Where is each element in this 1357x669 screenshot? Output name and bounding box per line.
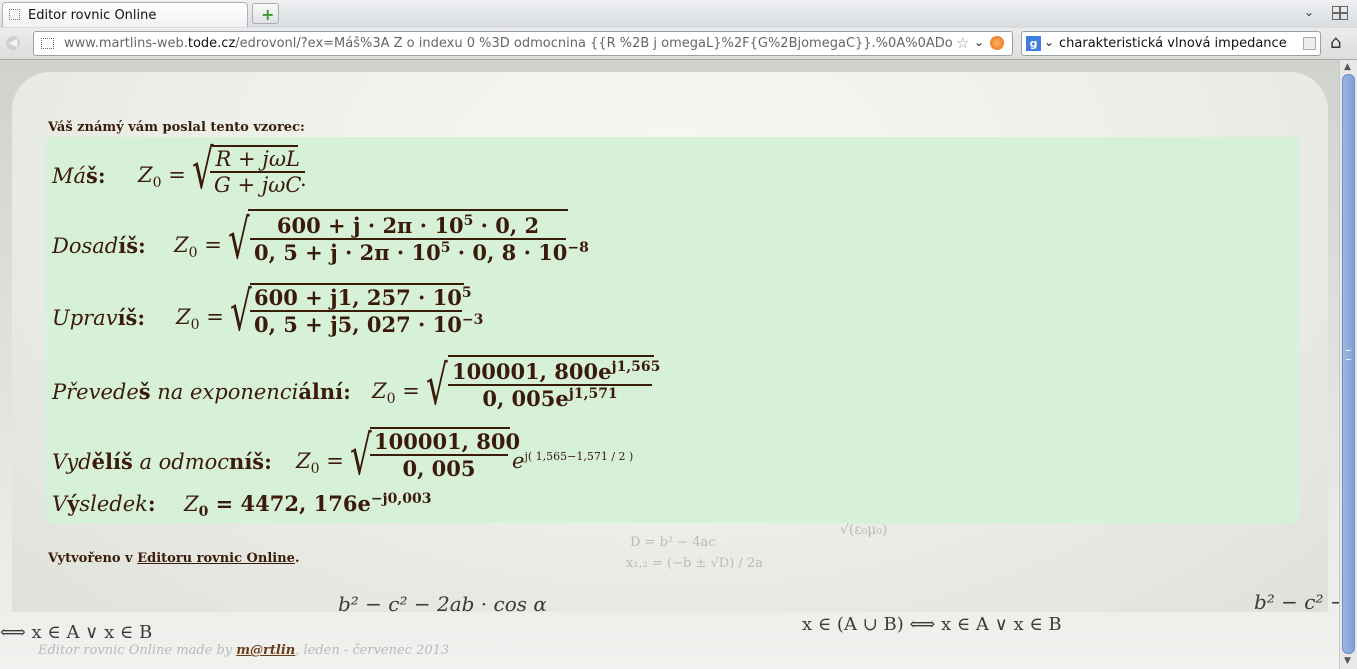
search-input[interactable]: charakteristická vlnová impedance — [1059, 36, 1287, 51]
google-icon[interactable]: g — [1026, 36, 1041, 51]
back-arrow-icon: ◀ — [8, 36, 18, 49]
fraction: 100001, 800 0, 005 — [370, 429, 520, 481]
sqrt-symbol: √ — [426, 354, 448, 419]
created-by-text: Vytvořeno v Editoru rovnic Online. — [48, 551, 300, 566]
site-identity-icon[interactable] — [41, 38, 54, 49]
fraction: 100001, 800ej1,565 0, 005ej1,571 — [448, 359, 660, 411]
fraction: 600 + j · 2π · 105 · 0, 2 0, 5 + j · 2π … — [250, 213, 589, 265]
background-formula: x₁,₂ = (−b ± √D) / 2a — [626, 556, 763, 571]
step-label: Máš: — [52, 163, 106, 188]
url-text[interactable]: www.martlins-web.tode.cz/edrovonl/?ex=Má… — [64, 36, 952, 51]
background-formula: b² − c² − 2ab · cos α — [338, 592, 547, 616]
page-content: D = b² − 4ac x₁,₂ = (−b ± √D) / 2a √(ε₀μ… — [0, 60, 1339, 669]
sqrt-symbol: √ — [228, 208, 250, 273]
sqrt-symbol: √ — [230, 280, 252, 345]
background-formula: x ∈ (A ∪ B) ⟺ x ∈ A ∨ x ∈ B — [802, 614, 1062, 635]
tab-list-chevron-icon[interactable]: ⌄ — [1304, 5, 1314, 19]
formula-lhs: Z0 = — [372, 379, 420, 408]
search-engine-dropdown-icon[interactable]: ⌄ — [1044, 35, 1054, 49]
browser-tab[interactable]: Editor rovnic Online — [2, 2, 248, 27]
step-label: Vydělíš a odmocníš: — [52, 449, 272, 474]
plus-icon: + — [261, 5, 275, 24]
sqrt-bar — [248, 209, 568, 211]
equation-box: Máš: Z0 = √ R + jωL G + jωC . Dosadíš: Z… — [46, 137, 1299, 523]
address-bar[interactable]: www.martlins-web.tode.cz/edrovonl/?ex=Má… — [33, 31, 1013, 56]
tab-groups-icon[interactable] — [1332, 6, 1348, 20]
formula-lhs: Z0 = — [174, 233, 222, 262]
background-formula: ⟺ x ∈ A ∨ x ∈ B — [0, 622, 153, 643]
home-icon[interactable]: ⌂ — [1330, 32, 1341, 53]
step-label: Výsledek: — [52, 491, 156, 516]
formula-lhs: Z0 = — [296, 449, 344, 478]
bookmark-star-icon[interactable]: ☆ — [956, 34, 969, 52]
url-path: /edrovonl/?ex=Máš%3A Z o indexu 0 %3D od… — [235, 36, 952, 51]
navigation-bar: ◀ www.martlins-web.tode.cz/edrovonl/?ex=… — [0, 28, 1357, 60]
fraction: 600 + j1, 257 · 105 0, 5 + j5, 027 · 10−… — [250, 285, 483, 337]
tab-bar: Editor rovnic Online + ⌄ — [0, 0, 1357, 29]
url-prefix: www.martlins-web. — [64, 36, 188, 51]
intro-text: Váš známý vám poslal tento vzorec: — [48, 120, 305, 135]
page-favicon-icon — [9, 9, 20, 20]
search-magnifier-icon[interactable] — [1303, 37, 1316, 50]
editor-link[interactable]: Editoru rovnic Online — [137, 551, 295, 566]
reload-icon[interactable] — [990, 36, 1004, 50]
fraction: R + jωL G + jωC — [210, 147, 306, 197]
result-formula: Z0 = 4472, 176e−j0,003 — [184, 491, 432, 521]
vertical-scrollbar[interactable]: ▲ ▼ — [1339, 60, 1357, 669]
author-link[interactable]: m@rtlin — [236, 643, 295, 658]
step-label: Dosadíš: — [52, 233, 146, 258]
background-formula: √(ε₀μ₀) — [840, 522, 888, 538]
step-label: Upravíš: — [52, 305, 146, 330]
scroll-thumb[interactable] — [1342, 74, 1355, 654]
step-label: Převedeš na exponenciální: — [52, 379, 351, 404]
sqrt-symbol: √ — [350, 424, 372, 489]
background-formula: b² − c² − — [1254, 590, 1339, 614]
scroll-up-icon[interactable]: ▲ — [1344, 62, 1351, 72]
history-dropdown-icon[interactable]: ⌄ — [974, 35, 984, 49]
scroll-grip-icon — [1346, 350, 1351, 360]
credits-text: Editor rovnic Online made by m@rtlin, le… — [38, 643, 450, 658]
new-tab-button[interactable]: + — [252, 3, 279, 24]
scroll-down-icon[interactable]: ▼ — [1344, 656, 1351, 666]
search-bar[interactable]: g ⌄ charakteristická vlnová impedance — [1021, 31, 1321, 56]
exponential-factor: ej( 1,565−1,571 / 2 ) — [512, 449, 634, 473]
period: . — [300, 167, 307, 191]
url-domain: tode.cz — [187, 36, 236, 51]
formula-lhs: Z0 = — [176, 305, 224, 334]
sqrt-bar — [448, 355, 654, 357]
formula-lhs: Z0 = — [138, 163, 186, 192]
background-formula: D = b² − 4ac — [630, 535, 716, 550]
tab-title: Editor rovnic Online — [28, 8, 157, 23]
back-button[interactable]: ◀ — [6, 36, 20, 50]
